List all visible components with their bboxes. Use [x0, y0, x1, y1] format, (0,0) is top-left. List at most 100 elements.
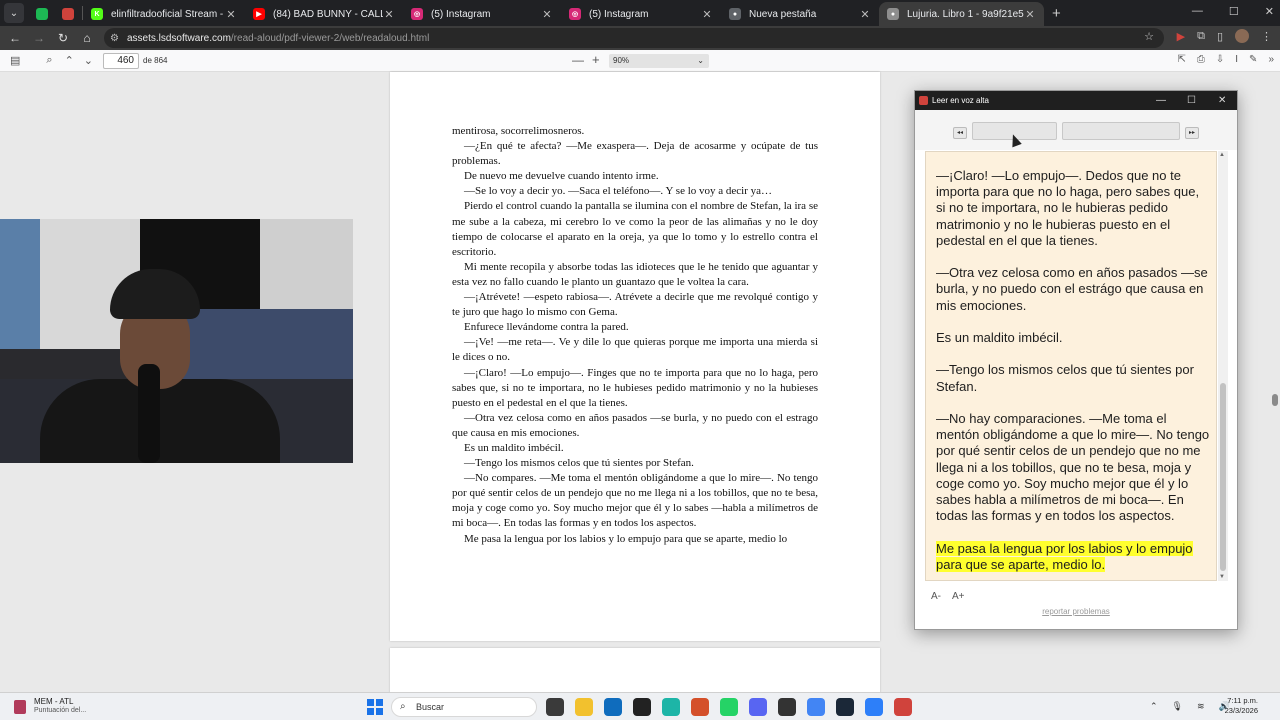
page-paragraph: —¡Ve! —me reta—. Ve y dile lo que quiera… [452, 336, 818, 364]
page-paragraph: —Otra vez celosa como en años pasados —s… [452, 411, 818, 439]
taskbar-app-icon[interactable] [865, 698, 883, 716]
pinned-tab-spotify[interactable] [30, 2, 56, 26]
sidebar-icon[interactable]: ▯ [1217, 30, 1223, 43]
close-tab-icon[interactable]: ✕ [383, 8, 395, 21]
site-info-icon[interactable]: ⚙ [110, 33, 119, 44]
prev-page-icon[interactable]: ⌃ [65, 54, 74, 67]
maximize-icon[interactable]: ☐ [1187, 91, 1196, 110]
forward-icon[interactable]: → [27, 31, 51, 45]
reload-icon[interactable]: ↻ [51, 31, 75, 45]
page-paragraph: —¿En qué te afecta? —Me exaspera—. Deja … [452, 140, 818, 168]
taskbar-app-icon[interactable] [633, 698, 651, 716]
taskbar-app-icon[interactable] [691, 698, 709, 716]
pinned-tab-app[interactable] [56, 2, 82, 26]
browser-tab[interactable]: ◎ (5) Instagram ✕ [561, 2, 721, 26]
forward-icon[interactable]: ▸▸ [1185, 127, 1199, 139]
weather-widget[interactable]: MEM - ATL Puntuación del... [14, 697, 86, 716]
system-tray: ⌃ 🎙 ≋ 🔊 [1150, 701, 1230, 712]
scrollbar-thumb[interactable] [1220, 383, 1226, 571]
tab-favicon-icon: ◎ [569, 8, 581, 20]
more-tools-icon[interactable]: » [1268, 54, 1274, 65]
sidebar-toggle-icon[interactable]: ▤ [10, 54, 20, 67]
back-icon[interactable]: ← [3, 31, 27, 45]
tab-search-button[interactable]: ⌄ [4, 3, 24, 23]
taskbar-app-icon[interactable] [894, 698, 912, 716]
address-bar[interactable]: ⚙ assets.lsdsoftware.com/read-aloud/pdf-… [104, 28, 1164, 48]
taskbar-app-icon[interactable] [749, 698, 767, 716]
home-icon[interactable]: ⌂ [75, 31, 99, 45]
scroll-up-icon[interactable]: ▲ [1219, 152, 1225, 158]
taskbar-app-icon[interactable] [546, 698, 564, 716]
page-number-input[interactable]: 460 [103, 53, 139, 69]
read-aloud-paragraph: —No hay comparaciones. —Me toma el mentó… [936, 410, 1210, 524]
minimize-icon[interactable]: — [1192, 5, 1203, 18]
zoom-in-button[interactable]: + [592, 52, 600, 67]
read-aloud-window: Leer en voz alta — ☐ ✕ ◂◂ ▸▸ —¡Claro! —L… [914, 90, 1238, 630]
bookmark-star-icon[interactable]: ☆ [1144, 30, 1154, 43]
microphone-icon[interactable]: 🎙 [1172, 701, 1183, 712]
tabs-container: Kelinfiltradooficial Stream - Wat✕▶(84) … [83, 0, 1044, 26]
browser-tab[interactable]: ◎ (5) Instagram ✕ [403, 2, 561, 26]
close-window-icon[interactable]: ✕ [1265, 5, 1274, 18]
font-larger-button[interactable]: A+ [952, 591, 965, 602]
maximize-icon[interactable]: ☐ [1229, 5, 1239, 18]
page-paragraph: Mi mente recopila y absorbe todas las id… [452, 260, 818, 288]
close-tab-icon[interactable]: ✕ [225, 8, 237, 21]
taskbar-app-icon[interactable] [836, 698, 854, 716]
taskbar-app-icon[interactable] [604, 698, 622, 716]
viewer-scrollbar-thumb[interactable] [1272, 394, 1278, 406]
zoom-select[interactable]: 90% ⌄ [609, 54, 709, 68]
taskbar-search[interactable]: ⌕ Buscar [391, 697, 537, 717]
close-tab-icon[interactable]: ✕ [1024, 8, 1036, 21]
next-page-icon[interactable]: ⌄ [84, 54, 93, 67]
page-paragraph: —¡Claro! —Lo empujo—. Finges que no te i… [452, 366, 818, 409]
save-icon[interactable]: ⇩ [1216, 54, 1224, 65]
report-problems-link[interactable]: reportar problemas [915, 607, 1237, 616]
page-paragraph: De nuevo me devuelve cuando intento irme… [464, 170, 659, 183]
wifi-icon[interactable]: ≋ [1197, 701, 1205, 712]
browser-tab[interactable]: ● Nueva pestaña ✕ [721, 2, 879, 26]
browser-tab[interactable]: ● Lujuria. Libro 1 - 9a9f21e5-01d✕ [879, 2, 1044, 26]
rewind-icon[interactable]: ◂◂ [953, 127, 967, 139]
zoom-value: 90% [613, 56, 630, 65]
page-paragraph: Enfurece llevándome contra la pared. [464, 321, 629, 334]
taskbar-app-icon[interactable] [720, 698, 738, 716]
puzzle-icon[interactable]: ⧉ [1197, 30, 1205, 43]
browser-tab[interactable]: ▶ (84) BAD BUNNY - CALLAÍTA (C✕ [245, 2, 403, 26]
read-aloud-scrollbar[interactable]: ▲ ▼ [1218, 151, 1228, 581]
open-file-icon[interactable]: ⇱ [1177, 54, 1185, 65]
browser-tab-strip: ⌄ Kelinfiltradooficial Stream - Wat✕▶(84… [0, 0, 1280, 26]
clock[interactable]: 7:11 p.m. 23/3/2026 [1225, 696, 1258, 716]
zoom-out-button[interactable]: — [572, 53, 584, 67]
taskbar-app-icon[interactable] [778, 698, 796, 716]
taskbar-apps [546, 698, 912, 716]
menu-icon[interactable]: ⋮ [1261, 30, 1272, 43]
page-paragraph: Me pasa la lengua por los labios y lo em… [464, 532, 788, 545]
profile-avatar[interactable] [1235, 29, 1249, 43]
text-select-icon[interactable]: I [1235, 54, 1238, 65]
chevron-up-icon[interactable]: ⌃ [1150, 701, 1158, 712]
extension-icon[interactable]: ▶ [1177, 30, 1185, 43]
print-icon[interactable]: ⎙ [1197, 54, 1205, 65]
close-icon[interactable]: ✕ [1218, 91, 1226, 110]
close-tab-icon[interactable]: ✕ [701, 8, 713, 21]
start-button[interactable] [367, 699, 383, 715]
tab-favicon-icon: ◎ [411, 8, 423, 20]
browser-tab[interactable]: Kelinfiltradooficial Stream - Wat✕ [83, 2, 245, 26]
scroll-down-icon[interactable]: ▼ [1219, 574, 1225, 580]
find-icon[interactable]: ⌕ [46, 54, 52, 67]
webcam-microphone [138, 364, 160, 463]
minimize-icon[interactable]: — [1156, 91, 1166, 110]
stop-button[interactable] [1062, 122, 1180, 140]
close-tab-icon[interactable]: ✕ [541, 8, 553, 21]
font-smaller-button[interactable]: A- [931, 591, 941, 602]
draw-icon[interactable]: ✎ [1249, 54, 1257, 65]
page-paragraph: Pierdo el control cuando la pantalla se … [452, 200, 818, 258]
new-tab-button[interactable]: + [1052, 5, 1061, 22]
url-host: assets.lsdsoftware.com [126, 32, 231, 44]
taskbar-app-icon[interactable] [575, 698, 593, 716]
taskbar-app-icon[interactable] [662, 698, 680, 716]
read-aloud-text-panel[interactable]: —¡Claro! —Lo empujo—. Dedos que no te im… [925, 151, 1217, 581]
close-tab-icon[interactable]: ✕ [859, 8, 871, 21]
taskbar-app-icon[interactable] [807, 698, 825, 716]
